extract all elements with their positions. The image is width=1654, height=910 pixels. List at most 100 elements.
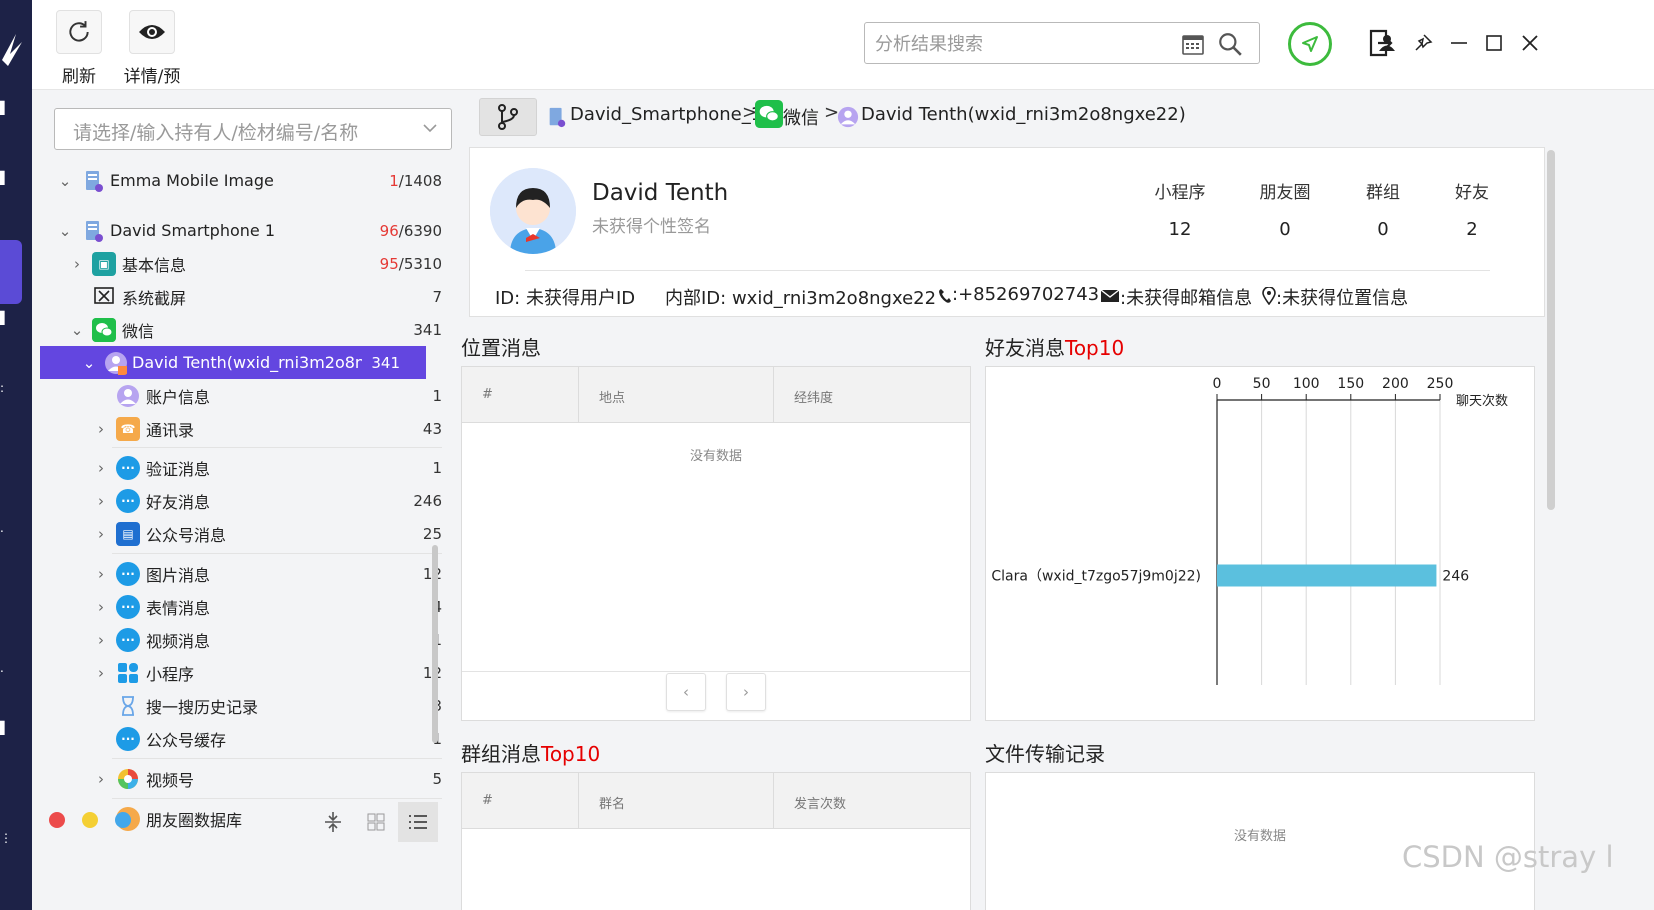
- red-filter-dot[interactable]: [49, 812, 65, 828]
- case-select-placeholder: 请选择/输入持有人/检材编号/名称: [73, 122, 359, 144]
- chevron-right-icon[interactable]: ›: [94, 420, 108, 438]
- refresh-label: 刷新: [62, 67, 96, 87]
- user-button[interactable]: [1376, 32, 1398, 54]
- calendar-icon[interactable]: [1181, 32, 1205, 56]
- breadcrumb-wechat[interactable]: 微信: [783, 104, 819, 130]
- collapse-all-button[interactable]: [319, 808, 347, 836]
- navigate-button[interactable]: [1288, 22, 1332, 66]
- grid-view-button[interactable]: [362, 808, 390, 836]
- result-search-input[interactable]: [875, 31, 1175, 57]
- chevron-down-icon[interactable]: ⌄: [70, 321, 84, 339]
- column-header[interactable]: #: [462, 773, 579, 829]
- tree-node-count: 1: [432, 458, 442, 477]
- chevron-right-icon[interactable]: ›: [94, 664, 108, 682]
- tree-node-verify-msg[interactable]: › ··· 验证消息 1: [32, 451, 442, 484]
- close-button[interactable]: [1519, 32, 1541, 54]
- chevron-down-icon[interactable]: ⌄: [58, 222, 72, 240]
- tree-node-official-msg[interactable]: › ▤ 公众号消息 25: [32, 517, 442, 550]
- tree-node-basic-info[interactable]: › ▣ 基本信息 95/5310: [32, 247, 442, 280]
- maximize-button[interactable]: [1483, 32, 1505, 54]
- tree-node-mini-program[interactable]: › 小程序 12: [32, 656, 442, 689]
- rail-item-1[interactable]: ▌: [0, 100, 10, 116]
- next-page-button[interactable]: ›: [726, 673, 766, 711]
- case-select-dropdown[interactable]: 请选择/输入持有人/检材编号/名称: [54, 108, 452, 150]
- rail-item-4[interactable]: ▌: [0, 310, 10, 326]
- tree-node-david-smartphone[interactable]: ⌄ David Smartphone 1 96/6390: [32, 214, 442, 247]
- chevron-down-icon: [423, 124, 437, 133]
- chevron-right-icon[interactable]: ›: [94, 565, 108, 583]
- tree-node-contacts[interactable]: › ☎ 通讯录 43: [32, 412, 442, 445]
- stat-friends[interactable]: 好友 2: [1432, 178, 1512, 240]
- search-icon[interactable]: [1217, 31, 1243, 57]
- collapse-icon: [325, 812, 341, 832]
- tree-node-image-msg[interactable]: › ··· 图片消息 12: [32, 557, 442, 590]
- send-arrow-icon: [1302, 36, 1318, 52]
- tree-node-friend-msg[interactable]: › ··· 好友消息 246: [32, 484, 442, 517]
- column-header[interactable]: 地点: [579, 367, 774, 423]
- tree-node-emoji-msg[interactable]: › ··· 表情消息 4: [32, 590, 442, 623]
- column-header[interactable]: #: [462, 367, 579, 423]
- breadcrumb-account[interactable]: David Tenth(wxid_rni3m2o8ngxe22): [861, 104, 1186, 125]
- chevron-right-icon[interactable]: ›: [94, 525, 108, 543]
- rail-item-7[interactable]: .: [0, 660, 10, 676]
- blue-filter-dot[interactable]: [115, 812, 131, 828]
- tree-node-screenshot[interactable]: 系统截屏 7: [32, 280, 442, 313]
- column-header[interactable]: 经纬度: [774, 367, 970, 423]
- tree-node-wechat-account[interactable]: ⌄ David Tenth(wxid_rni3m2o8n... 341: [40, 346, 426, 379]
- chevron-right-icon[interactable]: ›: [94, 631, 108, 649]
- tree-node-count: 1: [432, 386, 442, 405]
- prev-page-button[interactable]: ‹: [666, 673, 706, 711]
- stat-groups[interactable]: 群组 0: [1343, 178, 1423, 240]
- group-top10-title: 群组消息Top10: [461, 742, 601, 766]
- chevron-right-icon[interactable]: ›: [94, 598, 108, 616]
- tree-node-label: 图片消息: [146, 565, 211, 585]
- chevron-right-icon[interactable]: ›: [94, 770, 108, 788]
- chevron-down-icon[interactable]: ⌄: [82, 354, 96, 372]
- chevron-right-icon[interactable]: ›: [70, 255, 84, 273]
- user-avatar-icon: [837, 106, 859, 128]
- stat-moments[interactable]: 朋友圈 0: [1245, 178, 1325, 240]
- profile-card: David Tenth 未获得个性签名 小程序 12 朋友圈 0 群组 0 好友 2 I…: [469, 147, 1545, 317]
- chevron-right-icon[interactable]: ›: [94, 492, 108, 510]
- tree-scrollbar[interactable]: [432, 545, 438, 743]
- minimize-button[interactable]: [1448, 32, 1470, 54]
- evidence-tree-panel: 请选择/输入持有人/检材编号/名称 ⌄ Emma Mobile Image 1/…: [32, 90, 459, 910]
- hourglass-icon: [122, 695, 134, 716]
- chevron-right-icon[interactable]: ›: [94, 459, 108, 477]
- column-header[interactable]: 群名: [579, 773, 774, 829]
- pin-button[interactable]: [1412, 32, 1434, 54]
- tree-node-wechat[interactable]: ⌄ 微信 341: [32, 313, 442, 346]
- phone-image-icon: [86, 170, 103, 192]
- tree-node-search-history[interactable]: 搜一搜历史记录 3: [32, 689, 442, 722]
- tree-node-label: 视频消息: [146, 631, 211, 651]
- email-text: :未获得邮箱信息: [1120, 288, 1253, 309]
- tree-node-emma-mobile[interactable]: ⌄ Emma Mobile Image 1/1408: [32, 164, 442, 197]
- chevron-down-icon[interactable]: ⌄: [58, 172, 72, 190]
- x-tick-label: 150: [1337, 376, 1364, 392]
- internal-id-text: 内部ID: wxid_rni3m2o8ngxe22: [665, 288, 937, 309]
- refresh-button[interactable]: 刷新: [56, 10, 102, 87]
- tree-node-count: 96/6390: [379, 221, 442, 240]
- tree-node-account-info[interactable]: 账户信息 1: [32, 379, 442, 412]
- list-view-button[interactable]: [398, 802, 438, 842]
- rail-item-6[interactable]: .: [0, 520, 10, 536]
- column-header[interactable]: 发言次数: [774, 773, 970, 829]
- tree-node-official-cache[interactable]: ··· 公众号缓存 1: [32, 722, 442, 755]
- tree-node-channels[interactable]: › 视频号 5: [32, 762, 442, 795]
- rail-item-8[interactable]: ▌: [0, 720, 10, 736]
- bar-value-label: 246: [1442, 569, 1469, 585]
- channels-icon: [118, 768, 138, 789]
- rail-item-2[interactable]: ▌: [0, 170, 10, 186]
- rail-item-5[interactable]: :: [0, 380, 10, 396]
- yellow-filter-dot[interactable]: [82, 812, 98, 828]
- minimize-icon: [1451, 42, 1467, 44]
- stat-mini-program[interactable]: 小程序 12: [1140, 178, 1220, 240]
- rail-item-9[interactable]: ⋮: [0, 830, 12, 846]
- tree-node-video-msg[interactable]: › ··· 视频消息 1: [32, 623, 442, 656]
- main-scrollbar[interactable]: [1547, 150, 1555, 510]
- breadcrumb-device[interactable]: David_Smartphone_1: [570, 104, 762, 125]
- location-table: # 地点 经纬度 没有数据 ‹ ›: [461, 366, 971, 721]
- branch-button[interactable]: [479, 98, 537, 136]
- rail-selected-item[interactable]: [0, 240, 22, 304]
- app-window: ▌ ▌ ▌ : . . ▌ ⋮ 刷新 详情/预览: [0, 0, 1654, 910]
